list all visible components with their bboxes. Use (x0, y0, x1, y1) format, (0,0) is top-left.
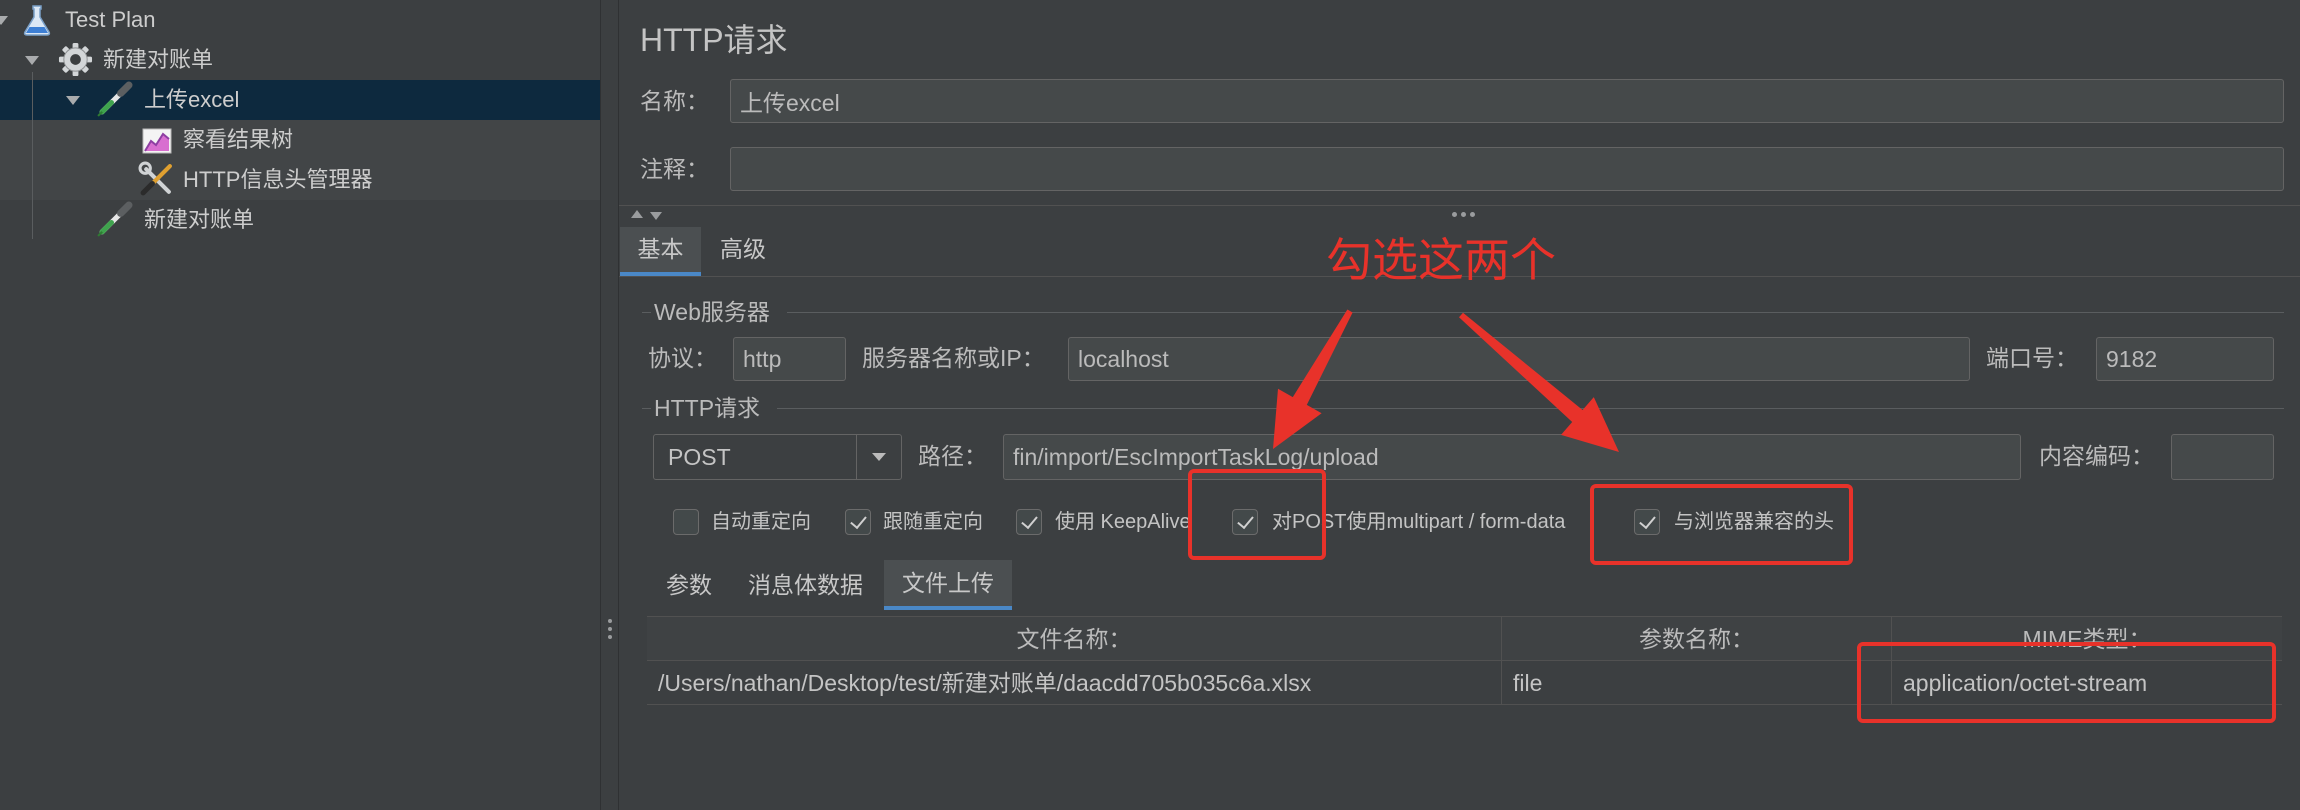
keepalive-checkbox[interactable] (1016, 509, 1042, 535)
name-input[interactable] (730, 79, 2284, 123)
group-border (642, 312, 651, 313)
chevron-down-icon[interactable] (66, 96, 80, 105)
checkmark-icon (850, 511, 867, 530)
page-title: HTTP请求 (640, 22, 788, 58)
checkmark-icon (1021, 511, 1038, 530)
method-select[interactable]: POST (653, 434, 902, 480)
gear-icon (58, 42, 93, 77)
follow-redirect-checkbox[interactable] (845, 509, 871, 535)
column-header-mime-type[interactable]: MIME类型： (1892, 617, 2282, 661)
column-header-file-name[interactable]: 文件名称： (647, 617, 1502, 661)
annotation-text: 勾选这两个 (1326, 234, 1556, 286)
web-server-group-label: Web服务器 (654, 299, 770, 325)
chart-icon (141, 125, 173, 155)
tree-item-view-results-tree[interactable]: 察看结果树 (0, 120, 600, 160)
annotation-arrow-right (1459, 312, 1619, 452)
tab-basic[interactable]: 基本 (620, 227, 701, 276)
tab-files-upload[interactable]: 文件上传 (884, 560, 1012, 610)
protocol-label: 协议： (648, 345, 717, 371)
collapse-up-icon[interactable] (631, 210, 643, 218)
port-label: 端口号： (1986, 345, 2078, 371)
keepalive-label[interactable]: 使用 KeepAlive (1055, 509, 1191, 535)
group-border (642, 408, 651, 409)
grip-dot (608, 635, 612, 639)
flask-icon (22, 4, 52, 36)
http-request-group-label: HTTP请求 (654, 395, 761, 421)
column-header-parameter-name[interactable]: 参数名称： (1502, 617, 1892, 661)
path-input[interactable] (1003, 434, 2021, 480)
drag-dot (1452, 212, 1457, 217)
name-label: 名称： (640, 88, 709, 114)
test-plan-tree: Test Plan 新建对账单 上传excel 察看结果树 HTTP信息头管理器… (0, 0, 600, 810)
chevron-down-icon (872, 453, 886, 461)
table-cell-parameter-name[interactable]: file (1502, 661, 1892, 705)
checkmark-icon (1639, 511, 1656, 530)
comment-input[interactable] (730, 147, 2284, 191)
http-request-editor: HTTP请求 名称： 注释： 基本 高级 Web服务器 协议： 服务器名称或IP… (619, 0, 2300, 810)
panel-splitter[interactable] (600, 0, 619, 810)
tree-item-label: 上传excel (144, 87, 240, 112)
auto-redirect-checkbox[interactable] (673, 509, 699, 535)
follow-redirect-label[interactable]: 跟随重定向 (883, 509, 983, 535)
tree-item-label: Test Plan (65, 7, 156, 32)
table-cell-mime-type[interactable]: application/octet-stream (1892, 661, 2282, 705)
tree-item-label: HTTP信息头管理器 (183, 167, 373, 192)
chevron-down-icon[interactable] (25, 56, 39, 65)
collapse-divider[interactable] (619, 205, 2300, 224)
encoding-input[interactable] (2171, 434, 2274, 480)
tree-item-upload-excel[interactable]: 上传excel (0, 80, 600, 120)
tree-item-header-manager[interactable]: HTTP信息头管理器 (0, 160, 600, 200)
encoding-label: 内容编码： (2039, 443, 2154, 469)
pipette-icon (96, 81, 133, 118)
tab-advanced[interactable]: 高级 (706, 227, 780, 276)
server-input[interactable] (1068, 337, 1970, 381)
tree-item-label: 新建对账单 (103, 47, 214, 72)
collapse-down-icon[interactable] (650, 212, 662, 220)
tree-item-thread-group[interactable]: 新建对账单 (0, 40, 600, 80)
group-border (787, 312, 2284, 313)
path-label: 路径： (918, 443, 987, 469)
tree-item-new-reconciliation[interactable]: 新建对账单 (0, 200, 600, 240)
table-cell-file-path[interactable]: /Users/nathan/Desktop/test/新建对账单/daacdd7… (647, 661, 1502, 705)
method-dropdown-button[interactable] (856, 435, 901, 479)
drag-dot (1470, 212, 1475, 217)
group-border (777, 408, 2284, 409)
tree-guide-line (32, 72, 33, 239)
protocol-input[interactable] (733, 337, 846, 381)
tab-parameters[interactable]: 参数 (666, 560, 712, 610)
browser-compatible-headers-checkbox[interactable] (1634, 509, 1660, 535)
tools-icon (138, 161, 175, 198)
multipart-checkbox[interactable] (1232, 509, 1258, 535)
multipart-label[interactable]: 对POST使用multipart / form-data (1272, 509, 1565, 535)
tab-body-data[interactable]: 消息体数据 (748, 560, 863, 610)
files-upload-table: 文件名称： 参数名称： MIME类型： /Users/nathan/Deskto… (647, 616, 2282, 705)
tree-item-test-plan[interactable]: Test Plan (0, 0, 600, 40)
grip-dot (608, 619, 612, 623)
checkmark-icon (1237, 511, 1254, 530)
port-input[interactable] (2096, 337, 2274, 381)
tree-item-label: 新建对账单 (144, 207, 255, 232)
chevron-down-icon[interactable] (0, 16, 8, 25)
tree-item-label: 察看结果树 (183, 127, 294, 152)
method-value: POST (668, 444, 731, 470)
drag-dot (1461, 212, 1466, 217)
browser-compatible-headers-label[interactable]: 与浏览器兼容的头 (1674, 509, 1834, 535)
server-label: 服务器名称或IP： (862, 345, 1045, 371)
auto-redirect-label[interactable]: 自动重定向 (711, 509, 811, 535)
grip-dot (608, 627, 612, 631)
pipette-icon (96, 201, 133, 238)
comment-label: 注释： (640, 156, 709, 182)
